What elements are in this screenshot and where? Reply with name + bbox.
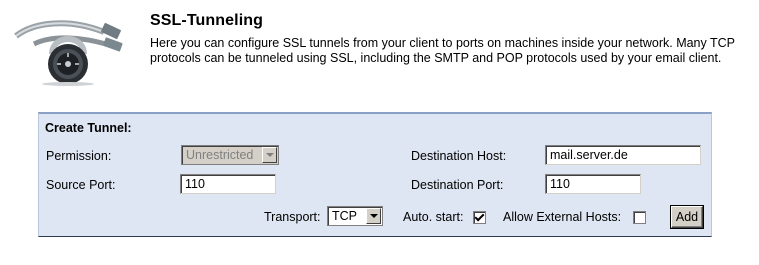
transport-select[interactable]: TCP (327, 206, 383, 226)
page-header: SSL-Tunneling Here you can configure SSL… (0, 0, 759, 100)
allow-external-hosts-label: Allow External Hosts: (503, 210, 622, 224)
destination-port-input[interactable] (545, 174, 641, 194)
permission-label: Permission: (46, 149, 112, 163)
source-port-input[interactable] (180, 174, 276, 194)
page-description: Here you can configure SSL tunnels from … (150, 36, 735, 65)
chevron-down-icon (366, 208, 381, 224)
auto-start-label: Auto. start: (403, 210, 464, 224)
permission-select[interactable]: Unrestricted (181, 145, 279, 165)
allow-external-hosts-checkbox[interactable] (633, 211, 646, 224)
page-title: SSL-Tunneling (150, 12, 263, 29)
source-port-label: Source Port: (46, 178, 116, 192)
permission-select-value: Unrestricted (186, 148, 254, 162)
transport-label: Transport: (264, 210, 321, 224)
destination-host-label: Destination Host: (411, 149, 507, 163)
create-tunnel-panel: Create Tunnel: Permission: Unrestricted … (38, 112, 712, 237)
padlock-cable-icon (14, 14, 134, 86)
create-tunnel-heading: Create Tunnel: (45, 121, 132, 135)
destination-port-label: Destination Port: (411, 178, 504, 192)
transport-select-value: TCP (332, 209, 357, 223)
destination-host-input[interactable] (545, 145, 701, 165)
add-tunnel-button[interactable]: Add (671, 206, 703, 228)
chevron-down-icon (262, 147, 277, 163)
auto-start-checkbox[interactable] (473, 211, 486, 224)
